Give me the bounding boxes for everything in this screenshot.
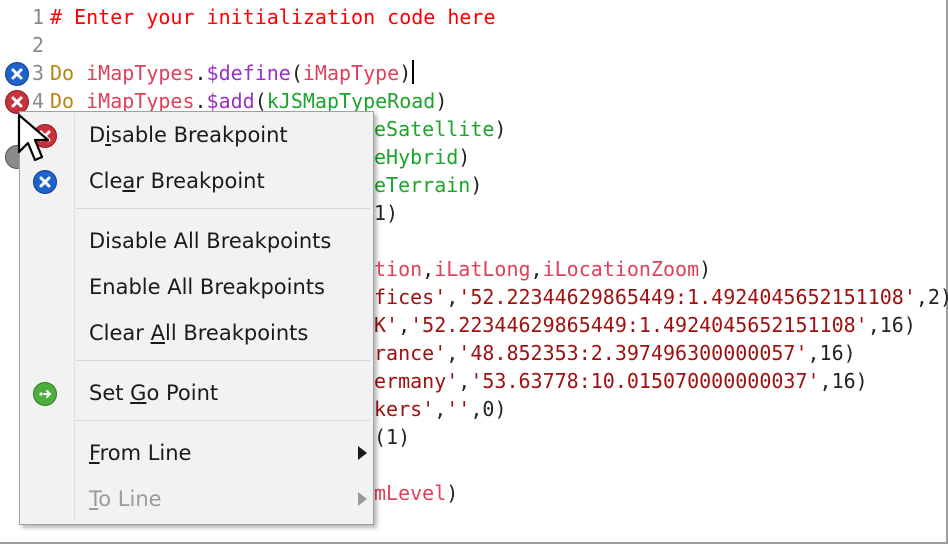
code-token: . [194, 89, 207, 113]
code-token: ,0) [470, 397, 507, 421]
code-token: (1) [374, 425, 411, 449]
menu-item-label: Set Go Point [89, 381, 219, 405]
code-token: ) [458, 145, 471, 169]
text-caret [412, 60, 415, 84]
code-token: $define [206, 61, 291, 85]
code-line-partial[interactable]: tion,iLatLong,iLocationZoom) [374, 255, 711, 283]
code-token: ( [254, 89, 267, 113]
code-token: ,16) [867, 313, 916, 337]
code-token: eHybrid [374, 145, 459, 169]
code-token: ) [446, 481, 459, 505]
menu-item-label: Clear Breakpoint [89, 169, 265, 193]
code-token: , [530, 257, 543, 281]
code-line-partial[interactable]: fices','52.22344629865449:1.492404565215… [374, 283, 948, 311]
code-token: $add [206, 89, 255, 113]
code-token: '52.22344629865449:1.4924045652151108' [458, 285, 916, 309]
code-token: ( [290, 61, 303, 85]
code-token: ) [699, 257, 712, 281]
code-line-partial[interactable]: mLevel) [374, 479, 458, 507]
code-token: '' [446, 397, 471, 421]
menu-item-clear-all-breakpoints[interactable]: Clear All Breakpoints [22, 314, 371, 352]
code-token: fices' [374, 285, 447, 309]
line-number: 2 [31, 33, 44, 57]
menu-item-label: Disable All Breakpoints [89, 229, 332, 253]
code-token: ) [435, 89, 448, 113]
code-token: , [458, 369, 471, 393]
code-token: kers' [374, 397, 435, 421]
code-token: tion [374, 257, 423, 281]
code-token: '48.852353:2.397496300000057' [458, 341, 808, 365]
clear-breakpoint-icon [33, 170, 57, 194]
menu-item-set-go-point[interactable]: Set Go Point [22, 374, 371, 412]
code-token: ,16) [819, 369, 868, 393]
code-line-partial[interactable]: K','52.22344629865449:1.4924045652151108… [374, 311, 916, 339]
code-token: ,2) [915, 285, 948, 309]
code-line-partial[interactable]: eHybrid) [374, 143, 470, 171]
code-token: , [422, 257, 435, 281]
menu-separator [76, 420, 370, 421]
code-token: rance' [374, 341, 447, 365]
menu-item-label: Disable Breakpoint [89, 123, 288, 147]
code-token: ) [494, 117, 507, 141]
line-number: 1 [31, 5, 44, 29]
breakpoint-context-menu: Disable Breakpoint Clear Breakpoint Disa… [19, 111, 374, 525]
go-point-icon [33, 382, 57, 406]
code-token: ) [470, 173, 483, 197]
code-token: ,16) [807, 341, 856, 365]
menu-item-from-line[interactable]: From Line [22, 434, 371, 472]
menu-separator [76, 208, 370, 209]
menu-item-clear-breakpoint[interactable]: Clear Breakpoint [22, 162, 371, 200]
mouse-pointer-icon [17, 113, 50, 162]
code-text[interactable]: Do iMapTypes.$define(iMapType) [50, 59, 415, 87]
code-token: # Enter your initialization code here [50, 5, 496, 29]
code-token: '53.63778:10.015070000000037' [470, 369, 820, 393]
code-line-1[interactable]: 1 # Enter your initialization code here [0, 3, 946, 31]
code-token: Do [50, 61, 87, 85]
code-token: kJSMapTypeRoad [266, 89, 436, 113]
code-line-partial[interactable]: eSatellite) [374, 115, 506, 143]
code-line-partial[interactable]: eTerrain) [374, 171, 482, 199]
code-token: iMapTypes [86, 61, 195, 85]
menu-item-label: From Line [89, 441, 192, 465]
menu-item-to-line: To Line [22, 480, 371, 518]
code-line-partial[interactable]: kers','',0) [374, 395, 506, 423]
code-token: , [446, 341, 459, 365]
code-token: Do [50, 89, 87, 113]
code-token: eTerrain [374, 173, 471, 197]
code-token: , [446, 285, 459, 309]
code-line-partial[interactable]: 1) [374, 199, 398, 227]
code-text[interactable]: # Enter your initialization code here [50, 3, 496, 31]
code-token: . [194, 61, 207, 85]
menu-item-enable-all-breakpoints[interactable]: Enable All Breakpoints [22, 268, 371, 306]
code-token: K' [374, 313, 399, 337]
menu-item-label: Enable All Breakpoints [89, 275, 325, 299]
submenu-arrow-icon [358, 446, 367, 460]
menu-item-disable-all-breakpoints[interactable]: Disable All Breakpoints [22, 222, 371, 260]
code-token: ) [399, 61, 412, 85]
code-token: iMapTypes [86, 89, 195, 113]
menu-separator [76, 360, 370, 361]
code-line-partial[interactable]: (1) [374, 423, 410, 451]
code-token: ermany' [374, 369, 459, 393]
code-token: eSatellite [374, 117, 495, 141]
code-token: '52.22344629865449:1.4924045652151108' [410, 313, 868, 337]
code-line-3[interactable]: 3 Do iMapTypes.$define(iMapType) [0, 59, 946, 87]
code-token: , [434, 397, 447, 421]
code-line-partial[interactable]: ermany','53.63778:10.015070000000037',16… [374, 367, 868, 395]
menu-item-disable-breakpoint[interactable]: Disable Breakpoint [22, 116, 371, 154]
code-token: iLatLong [434, 257, 531, 281]
code-token: 1) [374, 201, 399, 225]
clear-breakpoint-icon[interactable] [5, 62, 29, 86]
code-token: , [398, 313, 411, 337]
submenu-arrow-icon [358, 492, 367, 506]
menu-item-label: To Line [89, 487, 162, 511]
code-line-partial[interactable]: rance','48.852353:2.397496300000057',16) [374, 339, 856, 367]
code-token: iMapType [302, 61, 400, 85]
code-token: mLevel [374, 481, 447, 505]
code-line-2[interactable]: 2 [0, 31, 946, 59]
menu-item-label: Clear All Breakpoints [89, 321, 309, 345]
code-token: iLocationZoom [542, 257, 700, 281]
